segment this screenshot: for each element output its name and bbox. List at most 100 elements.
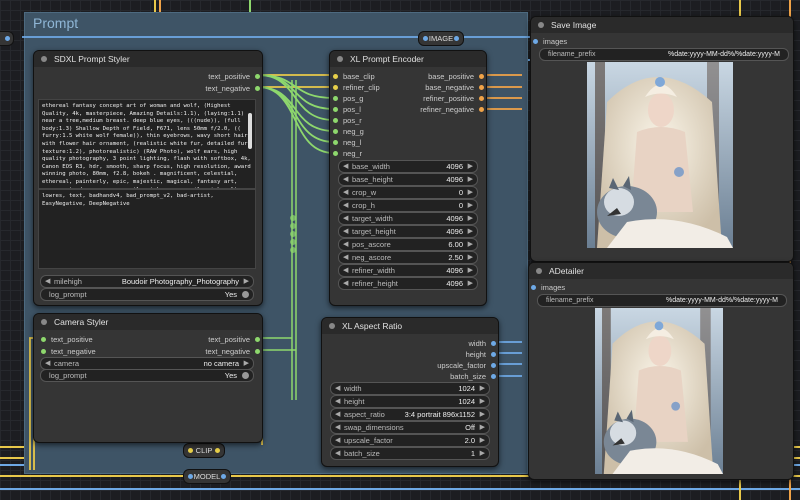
arrow-left-icon[interactable]: ◀ [45,276,50,287]
arrow-right-icon[interactable]: ▶ [468,252,473,263]
style-select[interactable]: ◀ milehigh Boudoir Photography_Photograp… [40,275,254,288]
input-pin[interactable] [41,349,46,354]
pos-ascore-widget[interactable]: ◀ pos_ascore 6.00 ▶ [338,238,478,251]
reroute-image[interactable]: IMAGE [418,31,464,46]
input-pin[interactable] [531,285,536,290]
output-batch-size[interactable]: batch_size [450,371,496,382]
arrow-right-icon[interactable]: ▶ [480,422,485,433]
output-width[interactable]: width [468,338,496,349]
log-prompt-toggle[interactable]: log_prompt Yes [40,288,254,301]
arrow-left-icon[interactable]: ◀ [335,422,340,433]
arrow-right-icon[interactable]: ▶ [480,409,485,420]
output-pin[interactable] [255,337,260,342]
input-images[interactable]: images [531,282,565,293]
collapse-dot-icon[interactable] [41,56,47,62]
arrow-right-icon[interactable]: ▶ [468,239,473,250]
input-pin[interactable] [333,129,338,134]
upscale-factor-widget[interactable]: ◀ upscale_factor 2.0 ▶ [330,434,490,447]
collapse-dot-icon[interactable] [329,323,335,329]
positive-prompt-textarea[interactable]: ethereal fantasy concept art of woman an… [38,99,256,189]
preview-image[interactable] [587,62,733,248]
output-pin[interactable] [491,374,496,379]
input-pin[interactable] [41,337,46,342]
arrow-left-icon[interactable]: ◀ [343,265,348,276]
crop-h-widget[interactable]: ◀ crop_h 0 ▶ [338,199,478,212]
arrow-right-icon[interactable]: ▶ [480,383,485,394]
toggle-knob[interactable] [242,372,249,379]
output-text-negative[interactable]: text_negative [205,83,260,94]
collapse-dot-icon[interactable] [41,319,47,325]
input-refiner-clip[interactable]: refiner_clip [333,82,380,93]
base-width-widget[interactable]: ◀ base_width 4096 ▶ [338,160,478,173]
input-pin[interactable] [333,85,338,90]
xl-prompt-encoder-node[interactable]: XL Prompt Encoder base_clip refiner_clip… [329,50,487,306]
reroute-output-pin[interactable] [5,36,10,41]
output-text-positive[interactable]: text_positive [208,71,260,82]
collapse-dot-icon[interactable] [337,56,343,62]
reroute-image-left[interactable] [0,31,14,46]
arrow-left-icon[interactable]: ◀ [335,383,340,394]
arrow-left-icon[interactable]: ◀ [343,200,348,211]
input-neg-g[interactable]: neg_g [333,126,364,137]
input-pos-g[interactable]: pos_g [333,93,363,104]
arrow-left-icon[interactable]: ◀ [343,174,348,185]
neg-ascore-widget[interactable]: ◀ neg_ascore 2.50 ▶ [338,251,478,264]
input-pin[interactable] [333,107,338,112]
arrow-right-icon[interactable]: ▶ [480,396,485,407]
target-height-widget[interactable]: ◀ target_height 4096 ▶ [338,225,478,238]
node-title-bar[interactable]: SDXL Prompt Styler [34,51,262,67]
arrow-right-icon[interactable]: ▶ [468,265,473,276]
output-pin[interactable] [479,107,484,112]
output-pin[interactable] [479,85,484,90]
reroute-clip[interactable]: CLIP [183,443,225,458]
output-upscale-factor[interactable]: upscale_factor [437,360,496,371]
output-pin[interactable] [479,96,484,101]
arrow-left-icon[interactable]: ◀ [343,239,348,250]
base-height-widget[interactable]: ◀ base_height 4096 ▶ [338,173,478,186]
arrow-right-icon[interactable]: ▶ [468,174,473,185]
input-pos-l[interactable]: pos_l [333,104,361,115]
arrow-right-icon[interactable]: ▶ [468,161,473,172]
arrow-left-icon[interactable]: ◀ [335,448,340,459]
arrow-right-icon[interactable]: ▶ [244,358,249,369]
node-title-bar[interactable]: Save Image [531,17,793,33]
input-pin[interactable] [333,74,338,79]
reroute-output-pin[interactable] [221,474,226,479]
input-neg-r[interactable]: neg_r [333,148,362,159]
refiner-height-widget[interactable]: ◀ refiner_height 4096 ▶ [338,277,478,290]
output-pin[interactable] [479,74,484,79]
input-pin[interactable] [333,118,338,123]
input-neg-l[interactable]: neg_l [333,137,361,148]
output-pin[interactable] [491,341,496,346]
arrow-left-icon[interactable]: ◀ [343,226,348,237]
output-refiner-negative[interactable]: refiner_negative [420,104,484,115]
refiner-width-widget[interactable]: ◀ refiner_width 4096 ▶ [338,264,478,277]
output-pin[interactable] [255,86,260,91]
collapse-dot-icon[interactable] [536,268,542,274]
arrow-right-icon[interactable]: ▶ [468,213,473,224]
adetailer-node[interactable]: ADetailer images filename_prefix %date:y… [528,262,794,480]
arrow-left-icon[interactable]: ◀ [343,161,348,172]
target-width-widget[interactable]: ◀ target_width 4096 ▶ [338,212,478,225]
preview-image[interactable] [595,308,723,474]
reroute-output-pin[interactable] [454,36,459,41]
node-title-bar[interactable]: ADetailer [529,263,793,279]
negative-prompt-textarea[interactable]: lowres, text, badhandv4, bad_prompt_v2, … [38,189,256,269]
save-image-node[interactable]: Save Image images filename_prefix %date:… [530,16,794,262]
arrow-right-icon[interactable]: ▶ [468,226,473,237]
output-base-negative[interactable]: base_negative [425,82,484,93]
input-pos-r[interactable]: pos_r [333,115,362,126]
sdxl-prompt-styler-node[interactable]: SDXL Prompt Styler text_positive text_ne… [33,50,263,306]
arrow-left-icon[interactable]: ◀ [343,252,348,263]
reroute-input-pin[interactable] [188,448,193,453]
arrow-right-icon[interactable]: ▶ [468,187,473,198]
output-pin[interactable] [255,74,260,79]
reroute-input-pin[interactable] [188,474,193,479]
width-widget[interactable]: ◀ width 1024 ▶ [330,382,490,395]
output-text-negative[interactable]: text_negative [205,346,260,357]
arrow-left-icon[interactable]: ◀ [335,396,340,407]
output-refiner-positive[interactable]: refiner_positive [423,93,484,104]
batch-size-widget[interactable]: ◀ batch_size 1 ▶ [330,447,490,460]
reroute-input-pin[interactable] [423,36,428,41]
node-title-bar[interactable]: XL Aspect Ratio [322,318,498,334]
